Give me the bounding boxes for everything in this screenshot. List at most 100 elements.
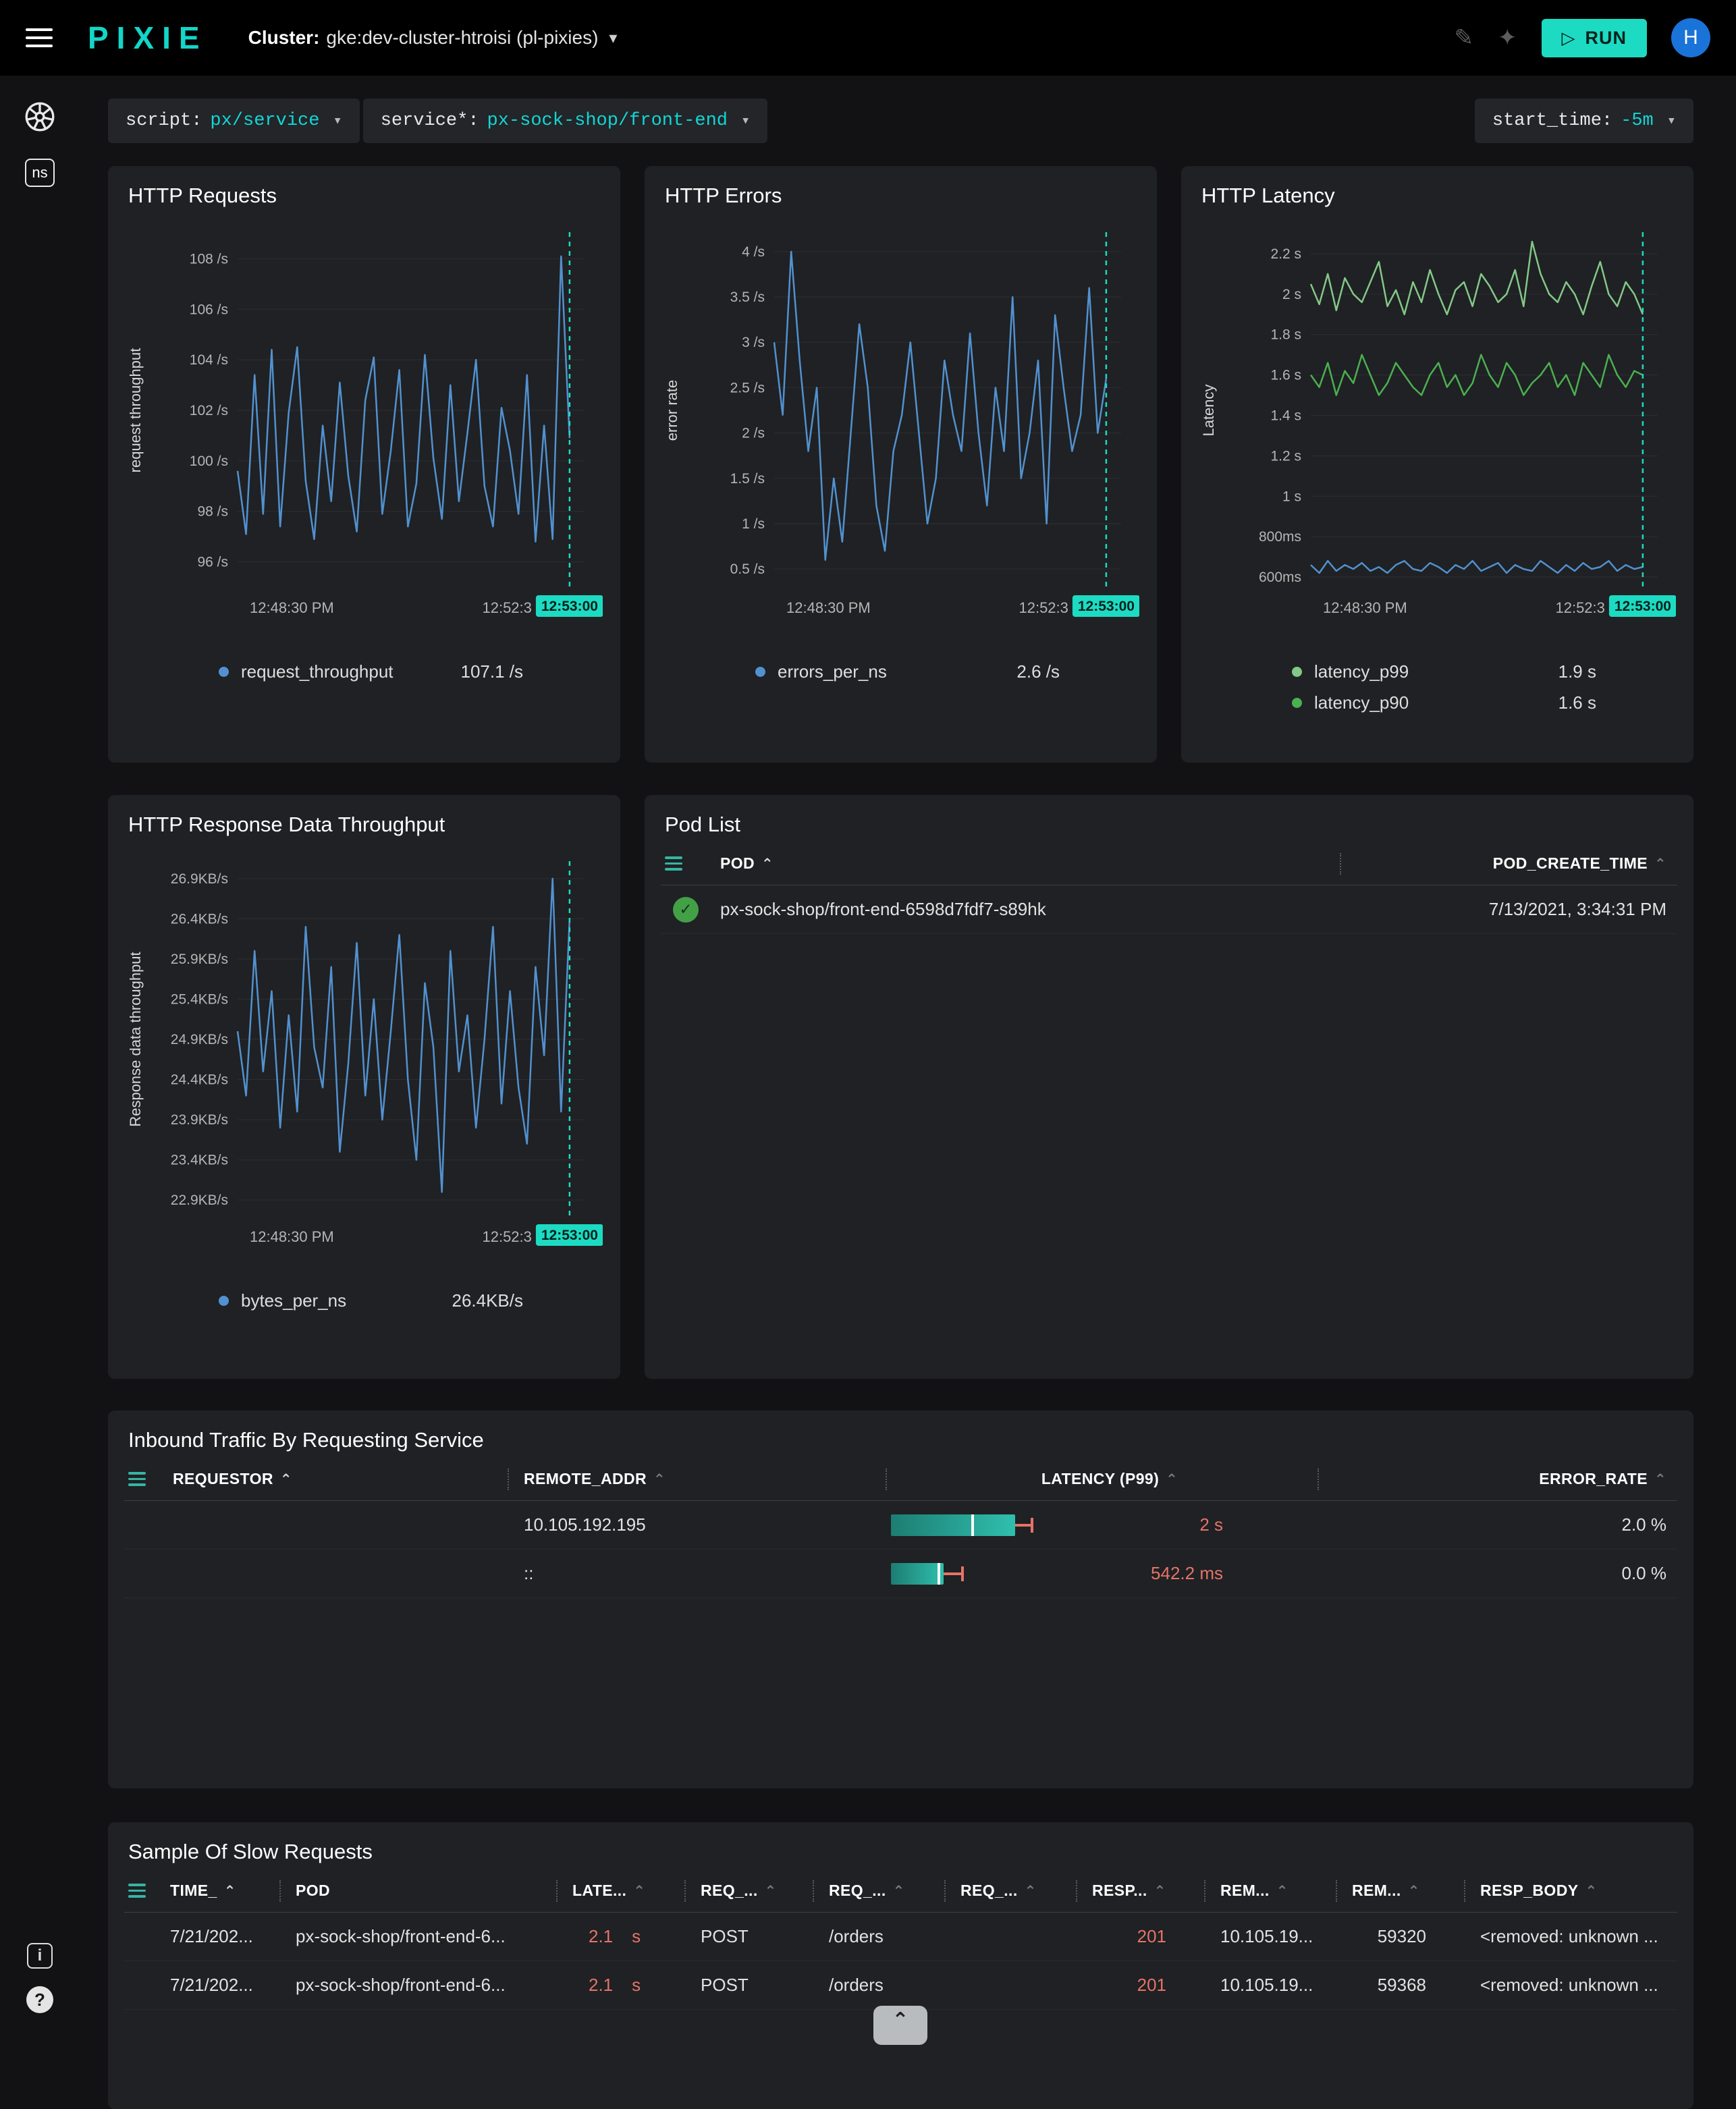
series-name: errors_per_ns: [778, 661, 887, 682]
chart-legend: latency_p99 1.9 s latency_p90 1.6 s ‹ ›: [1292, 656, 1677, 718]
namespace-nav-icon[interactable]: ns: [25, 159, 55, 187]
column-requestor[interactable]: REQUESTOR ⌃: [157, 1458, 508, 1500]
column-remote-addr[interactable]: REMOTE_ADDR ⌃: [508, 1458, 886, 1500]
column-req-body[interactable]: REQ_...⌃: [944, 1869, 1076, 1912]
sort-asc-icon: ⌃: [1276, 1883, 1289, 1899]
column-resp-status[interactable]: RESP...⌃: [1076, 1869, 1204, 1912]
req-method-value: POST: [684, 1975, 813, 1996]
slow-table-header: TIME_⌃ POD LATE...⌃ REQ_...⌃ REQ_...⌃ RE…: [124, 1869, 1677, 1913]
cluster-label: Cluster:: [248, 27, 320, 49]
chevron-down-icon: ▾: [1667, 112, 1676, 130]
column-time[interactable]: TIME_⌃: [154, 1869, 279, 1912]
sort-asc-icon: ⌃: [893, 1883, 905, 1899]
pod-row[interactable]: ✓ px-sock-shop/front-end-6598d7fdf7-s89h…: [661, 885, 1677, 934]
table-menu-icon[interactable]: [124, 1884, 154, 1898]
column-pod[interactable]: POD ⌃: [704, 842, 1340, 885]
svg-text:12:48:30 PM: 12:48:30 PM: [786, 599, 871, 616]
req-path-value: /orders: [813, 1975, 944, 1996]
table-menu-icon[interactable]: [661, 856, 704, 871]
sort-asc-icon: ⌃: [1154, 1883, 1166, 1899]
service-selector[interactable]: service*: px-sock-shop/front-end ▾: [363, 99, 768, 143]
svg-text:2.5 /s: 2.5 /s: [730, 380, 765, 395]
sort-asc-icon: ⌃: [1166, 1471, 1178, 1487]
svg-text:0.5 /s: 0.5 /s: [730, 562, 765, 577]
remote-addr-value: 10.105.19...: [1204, 1926, 1336, 1947]
slow-request-row[interactable]: 7/21/202... px-sock-shop/front-end-6... …: [124, 1961, 1677, 2010]
latency-quantile-bar[interactable]: [891, 1563, 1102, 1585]
svg-text:108 /s: 108 /s: [190, 251, 228, 267]
cluster-name: gke:dev-cluster-htroisi (pl-pixies): [326, 27, 598, 49]
topbar-actions: ✎ ✦ ▷ RUN H: [1455, 18, 1711, 57]
kubernetes-icon[interactable]: [22, 99, 58, 138]
inbound-row[interactable]: 10.105.192.195 2 s 2.0 %: [124, 1501, 1677, 1550]
latency-quantile-bar[interactable]: [891, 1514, 1102, 1536]
chart-legend: errors_per_ns 2.6 /s ‹ ›: [755, 656, 1141, 687]
column-pod-create-time[interactable]: POD_CREATE_TIME ⌃: [1340, 842, 1677, 885]
info-icon[interactable]: i: [27, 1943, 53, 1969]
column-latency[interactable]: LATE...⌃: [556, 1869, 684, 1912]
sort-asc-icon: ⌃: [1408, 1883, 1420, 1899]
script-key: script:: [126, 111, 202, 131]
column-remote-port[interactable]: REM...⌃: [1336, 1869, 1464, 1912]
svg-text:1.5 /s: 1.5 /s: [730, 471, 765, 487]
panel-title: Inbound Traffic By Requesting Service: [128, 1428, 1677, 1452]
help-icon[interactable]: ?: [26, 1986, 53, 2013]
scroll-top-button[interactable]: ⌃: [873, 2006, 927, 2045]
svg-text:12:53:00: 12:53:00: [541, 1228, 598, 1243]
script-selector[interactable]: script: px/service ▾: [108, 99, 360, 143]
svg-text:3 /s: 3 /s: [742, 335, 765, 350]
http-requests-chart[interactable]: 96 /s98 /s100 /s102 /s104 /s106 /s108 /s…: [124, 221, 603, 636]
panel-http-latency: HTTP Latency 600ms800ms1 s1.2 s1.4 s1.6 …: [1181, 166, 1693, 763]
legend-item[interactable]: request_throughput 107.1 /s: [219, 656, 523, 687]
median-marker: [938, 1563, 940, 1585]
svg-text:1.2 s: 1.2 s: [1270, 448, 1301, 464]
sort-asc-icon: ⌃: [1654, 1471, 1666, 1487]
service-value: px-sock-shop/front-end: [487, 111, 728, 131]
http-errors-chart[interactable]: 0.5 /s1 /s1.5 /s2 /s2.5 /s3 /s3.5 /s4 /s…: [661, 221, 1139, 636]
edit-icon[interactable]: ✎: [1455, 24, 1474, 51]
chart-legend: request_throughput 107.1 /s ‹ ›: [219, 656, 604, 687]
svg-text:1 /s: 1 /s: [742, 516, 765, 532]
legend-item[interactable]: latency_p99 1.9 s: [1292, 656, 1596, 687]
series-dot: [755, 667, 765, 677]
column-latency-p99[interactable]: LATENCY (P99) ⌃: [886, 1458, 1318, 1500]
column-resp-body[interactable]: RESP_BODY⌃: [1464, 1869, 1677, 1912]
latency-cell: 2 s: [886, 1514, 1318, 1536]
panel-title: Pod List: [665, 813, 1677, 837]
run-button[interactable]: ▷ RUN: [1542, 19, 1648, 57]
service-key: service*:: [381, 111, 479, 131]
time-value: 7/21/202...: [154, 1975, 279, 1996]
cluster-selector[interactable]: Cluster: gke:dev-cluster-htroisi (pl-pix…: [248, 27, 618, 49]
series-dot: [1292, 698, 1302, 708]
hamburger-menu-icon[interactable]: [26, 28, 53, 47]
http-latency-chart[interactable]: 600ms800ms1 s1.2 s1.4 s1.6 s1.8 s2 s2.2 …: [1197, 221, 1676, 636]
svg-text:3.5 /s: 3.5 /s: [730, 290, 765, 305]
avatar[interactable]: H: [1671, 18, 1710, 57]
remote-port-value: 59368: [1336, 1975, 1464, 1996]
remote-addr-value: 10.105.192.195: [508, 1514, 886, 1535]
column-error-rate[interactable]: ERROR_RATE ⌃: [1318, 1458, 1677, 1500]
slow-request-row[interactable]: 7/21/202... px-sock-shop/front-end-6... …: [124, 1913, 1677, 1961]
chart-legend: bytes_per_ns 26.4KB/s ‹ ›: [219, 1285, 604, 1316]
script-bar: script: px/service ▾ service*: px-sock-s…: [108, 99, 1693, 143]
inbound-row[interactable]: :: 542.2 ms 0.0 %: [124, 1550, 1677, 1598]
sparkle-icon[interactable]: ✦: [1498, 24, 1517, 51]
legend-item[interactable]: errors_per_ns 2.6 /s: [755, 656, 1060, 687]
column-req-method[interactable]: REQ_...⌃: [684, 1869, 813, 1912]
legend-item[interactable]: bytes_per_ns 26.4KB/s: [219, 1285, 523, 1316]
pixie-logo: PIXIE: [88, 20, 208, 56]
start-time-selector[interactable]: start_time: -5m ▾: [1475, 99, 1693, 143]
svg-text:96 /s: 96 /s: [197, 555, 228, 570]
svg-text:100 /s: 100 /s: [190, 454, 228, 469]
series-dot: [219, 667, 229, 677]
column-req-path[interactable]: REQ_...⌃: [813, 1869, 944, 1912]
svg-text:104 /s: 104 /s: [190, 352, 228, 368]
legend-item[interactable]: latency_p90 1.6 s: [1292, 687, 1596, 718]
column-remote-addr[interactable]: REM...⌃: [1204, 1869, 1336, 1912]
svg-text:12:52:3: 12:52:3: [482, 599, 531, 616]
start-time-key: start_time:: [1492, 111, 1612, 131]
column-pod[interactable]: POD: [279, 1869, 556, 1912]
chevron-down-icon: ▾: [609, 28, 617, 48]
http-response-throughput-chart[interactable]: 22.9KB/s23.4KB/s23.9KB/s24.4KB/s24.9KB/s…: [124, 850, 603, 1265]
table-menu-icon[interactable]: [124, 1472, 157, 1486]
